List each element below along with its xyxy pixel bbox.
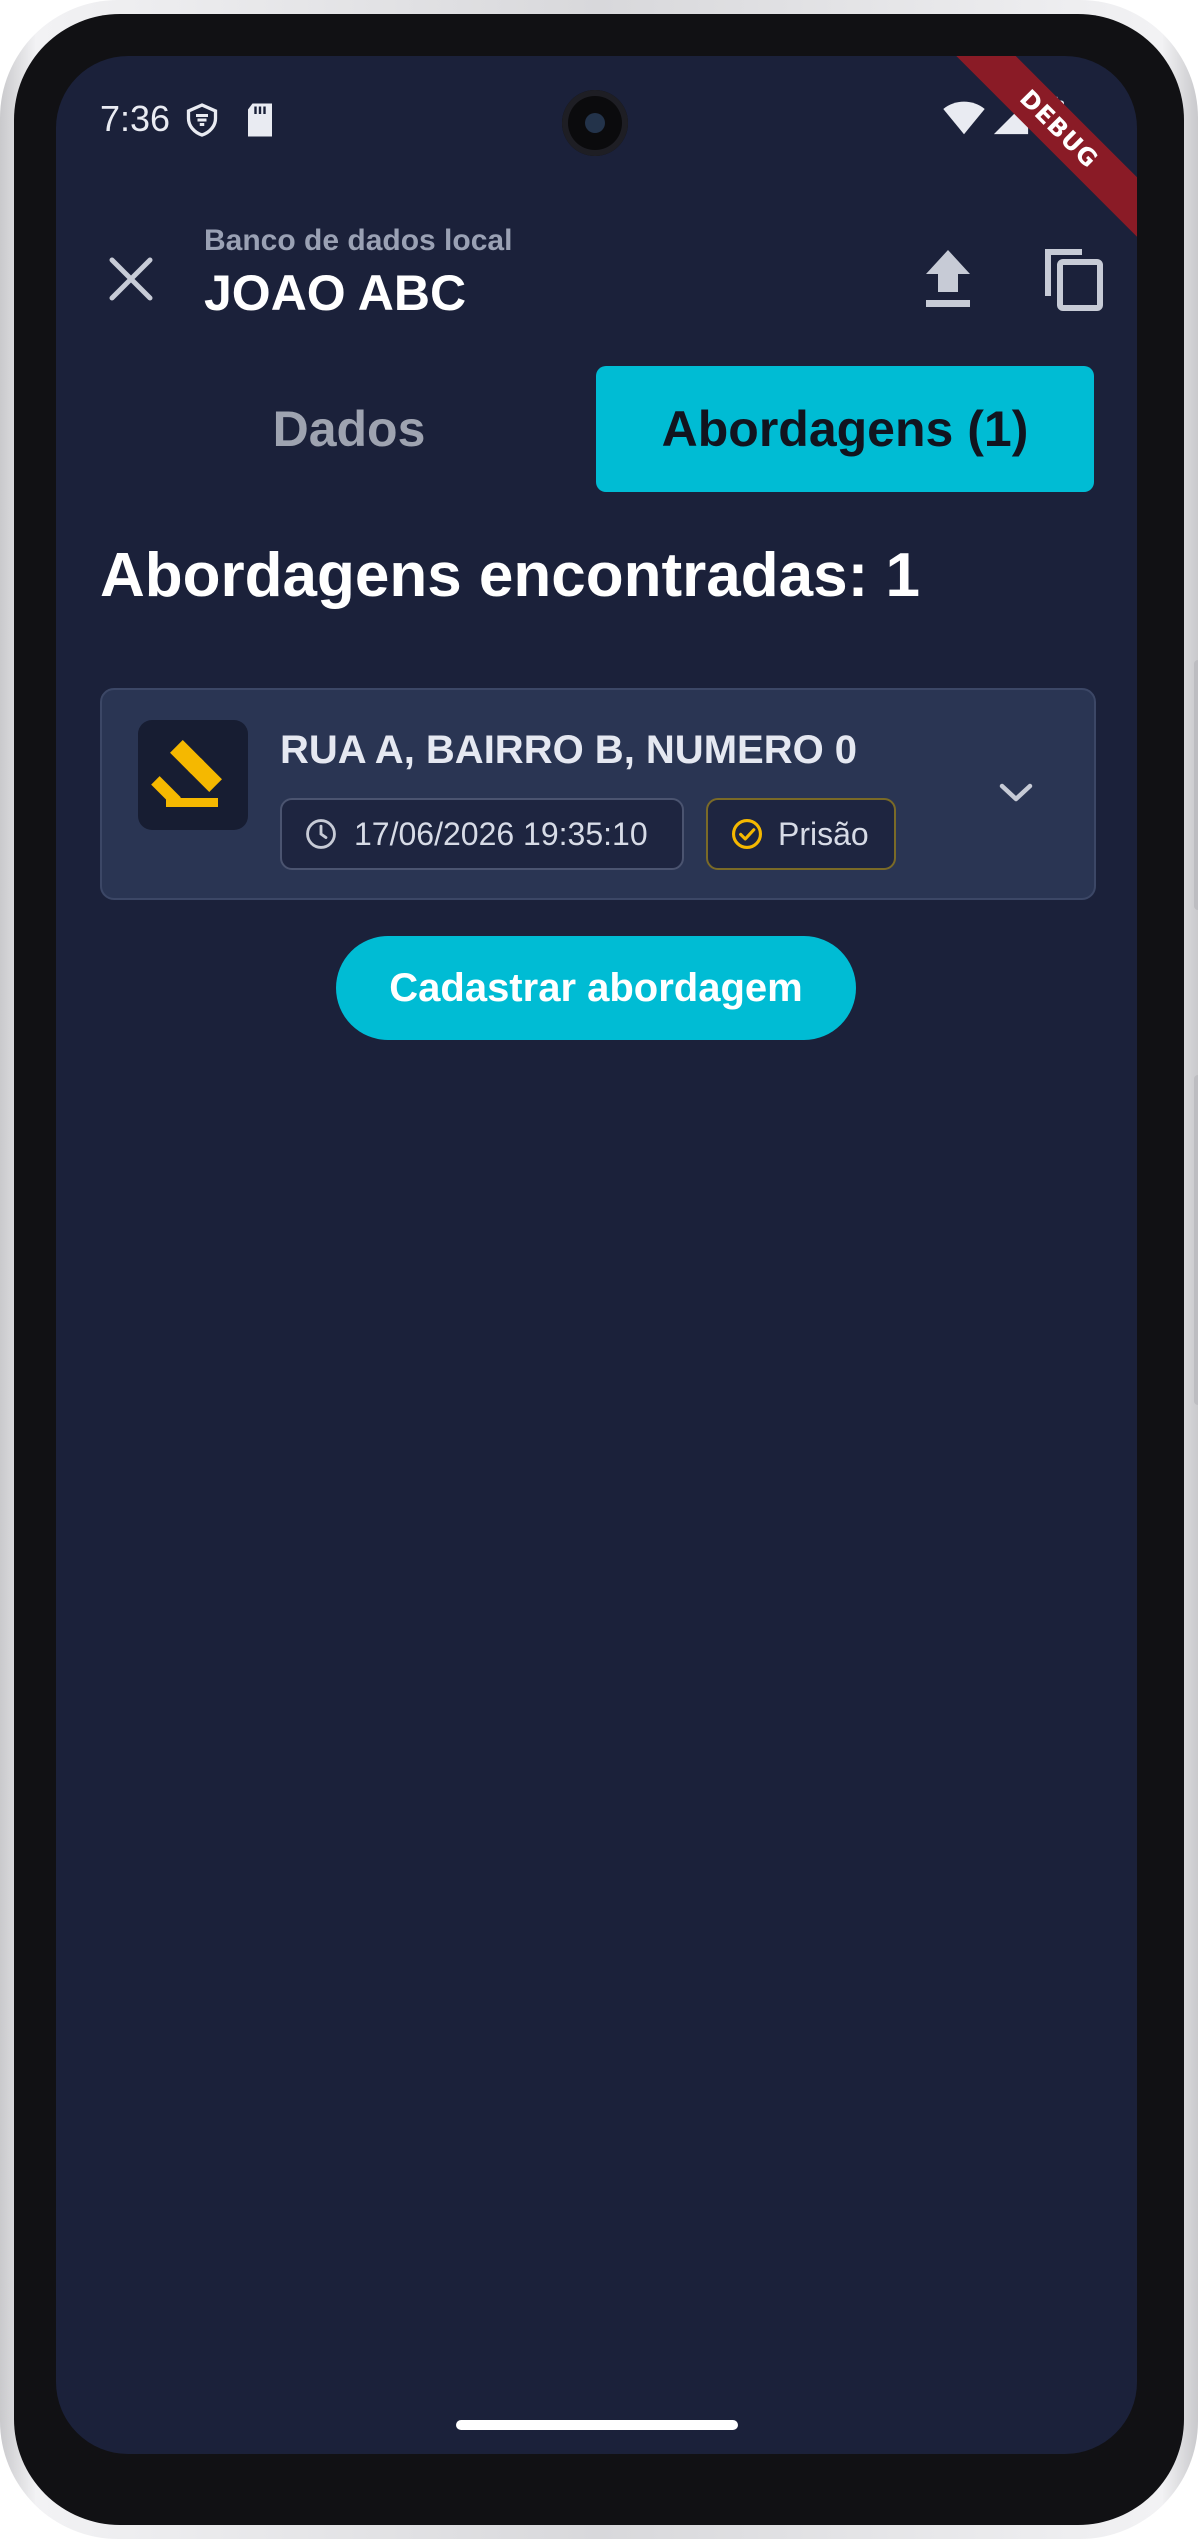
check-circle-icon (731, 818, 763, 850)
sd-card-icon (248, 103, 272, 137)
app-screen: 7:36 DEBUG Banco de dados local JOAO ABC (56, 56, 1137, 2454)
approach-datetime: 17/06/2026 19:35:10 (354, 815, 648, 852)
upload-icon[interactable] (908, 238, 988, 318)
datetime-chip: 17/06/2026 19:35:10 (280, 798, 684, 870)
phone-frame: 7:36 DEBUG Banco de dados local JOAO ABC (0, 0, 1198, 2539)
results-heading: Abordagens encontradas: 1 (100, 541, 920, 610)
wifi-icon (943, 101, 985, 135)
tab-dados[interactable]: Dados (100, 366, 598, 492)
vpn-shield-icon (186, 103, 218, 137)
outcome-chip: Prisão (706, 798, 896, 870)
close-icon[interactable] (96, 244, 166, 314)
register-approach-button[interactable]: Cadastrar abordagem (336, 936, 856, 1040)
tab-abordagens[interactable]: Abordagens (1) (596, 366, 1094, 492)
approach-outcome: Prisão (778, 815, 869, 852)
home-indicator[interactable] (456, 2420, 738, 2430)
copy-icon[interactable] (1034, 238, 1114, 318)
front-camera (562, 90, 628, 156)
status-time: 7:36 (100, 98, 171, 139)
approach-address: RUA A, BAIRRO B, NUMERO 0 (280, 728, 858, 772)
gavel-icon (151, 740, 222, 807)
approach-icon-box (138, 720, 248, 830)
app-bar-subtitle: Banco de dados local (204, 224, 513, 257)
debug-banner: DEBUG (938, 56, 1137, 250)
power-button (1194, 660, 1198, 910)
clock-icon (306, 819, 336, 849)
app-bar-title: JOAO ABC (204, 265, 467, 321)
volume-button (1194, 1075, 1198, 1405)
chevron-down-icon[interactable] (988, 764, 1044, 820)
approach-card[interactable]: RUA A, BAIRRO B, NUMERO 0 17/06/2026 19:… (100, 688, 1096, 900)
